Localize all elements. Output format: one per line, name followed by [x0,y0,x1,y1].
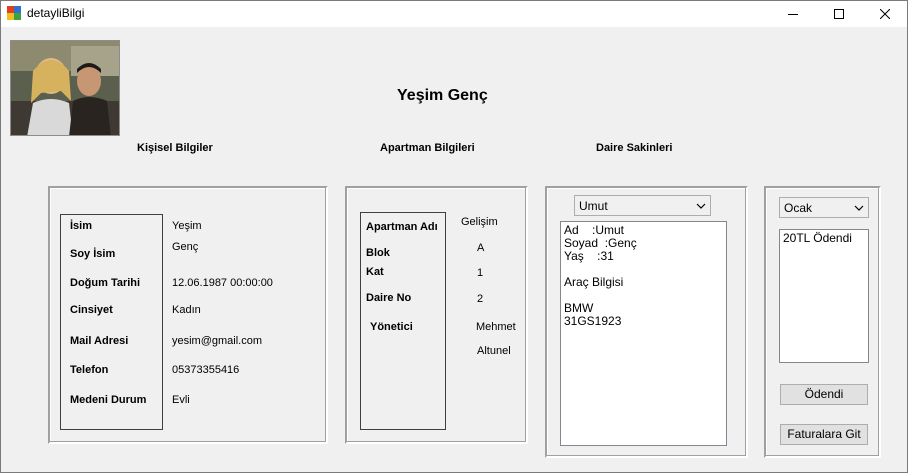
apartment-name-value: Gelişim [461,216,498,228]
last-name-value: Genç [172,241,199,253]
resident-detail-line: Araç Bilgisi [564,275,624,289]
maximize-icon [834,8,844,19]
chevron-down-icon [696,203,706,209]
maximize-button[interactable] [816,0,862,27]
app-icon [6,5,22,21]
birth-date-value: 12.06.1987 00:00:00 [172,277,273,289]
personal-info-heading: Kişisel Bilgiler [137,142,213,154]
close-icon [880,8,890,19]
flat-number-value: 2 [477,293,484,305]
window-title: detayliBilgi [27,6,85,20]
resident-details-box[interactable]: Ad :Umut Soyad :Genç Yaş :31 Araç Bilgis… [560,221,727,446]
email-label: Mail Adresi [70,335,129,347]
minimize-icon [788,13,798,15]
resident-select-value: Umut [579,199,608,213]
title-bar: detayliBilgi [0,0,908,27]
residents-heading: Daire Sakinleri [596,142,673,154]
email-value: yesim@gmail.com [172,335,263,347]
gender-label: Cinsiyet [70,304,113,316]
manager-last-name-value: Altunel [477,345,511,357]
manager-first-name-value: Mehmet [476,321,516,333]
close-button[interactable] [862,0,908,27]
apartment-name-label: Apartman Adı [366,221,438,233]
minimize-button[interactable] [770,0,816,27]
resident-detail-line: 31GS1923 [564,314,622,328]
profile-photo [10,40,120,136]
phone-value: 05373355416 [172,364,240,376]
floor-value: 1 [477,267,484,279]
block-value: A [477,242,485,254]
month-select-value: Ocak [784,201,813,215]
chevron-down-icon [854,205,864,211]
block-label: Blok [366,247,390,259]
go-to-invoices-button[interactable]: Faturalara Git [780,424,868,445]
marital-status-label: Medeni Durum [70,394,147,406]
last-name-label: Soy İsim [70,248,116,260]
floor-label: Kat [366,266,384,278]
manager-label: Yönetici [370,321,413,333]
person-name: Yeşim Genç [397,87,488,104]
payment-list-item[interactable]: 20TL Ödendi [783,232,865,245]
payment-list[interactable]: 20TL Ödendi [779,229,869,363]
gender-value: Kadın [172,304,201,316]
resident-select[interactable]: Umut [574,195,711,216]
phone-label: Telefon [70,364,109,376]
flat-number-label: Daire No [366,292,412,304]
month-select[interactable]: Ocak [779,197,869,218]
marital-status-value: Evli [172,394,190,406]
paid-button[interactable]: Ödendi [780,384,868,405]
first-name-value: Yeşim [172,220,202,232]
apartment-info-heading: Apartman Bilgileri [380,142,475,154]
birth-date-label: Doğum Tarihi [70,277,141,289]
first-name-label: İsim [70,220,93,232]
resident-detail-line: Yaş :31 [564,249,614,263]
